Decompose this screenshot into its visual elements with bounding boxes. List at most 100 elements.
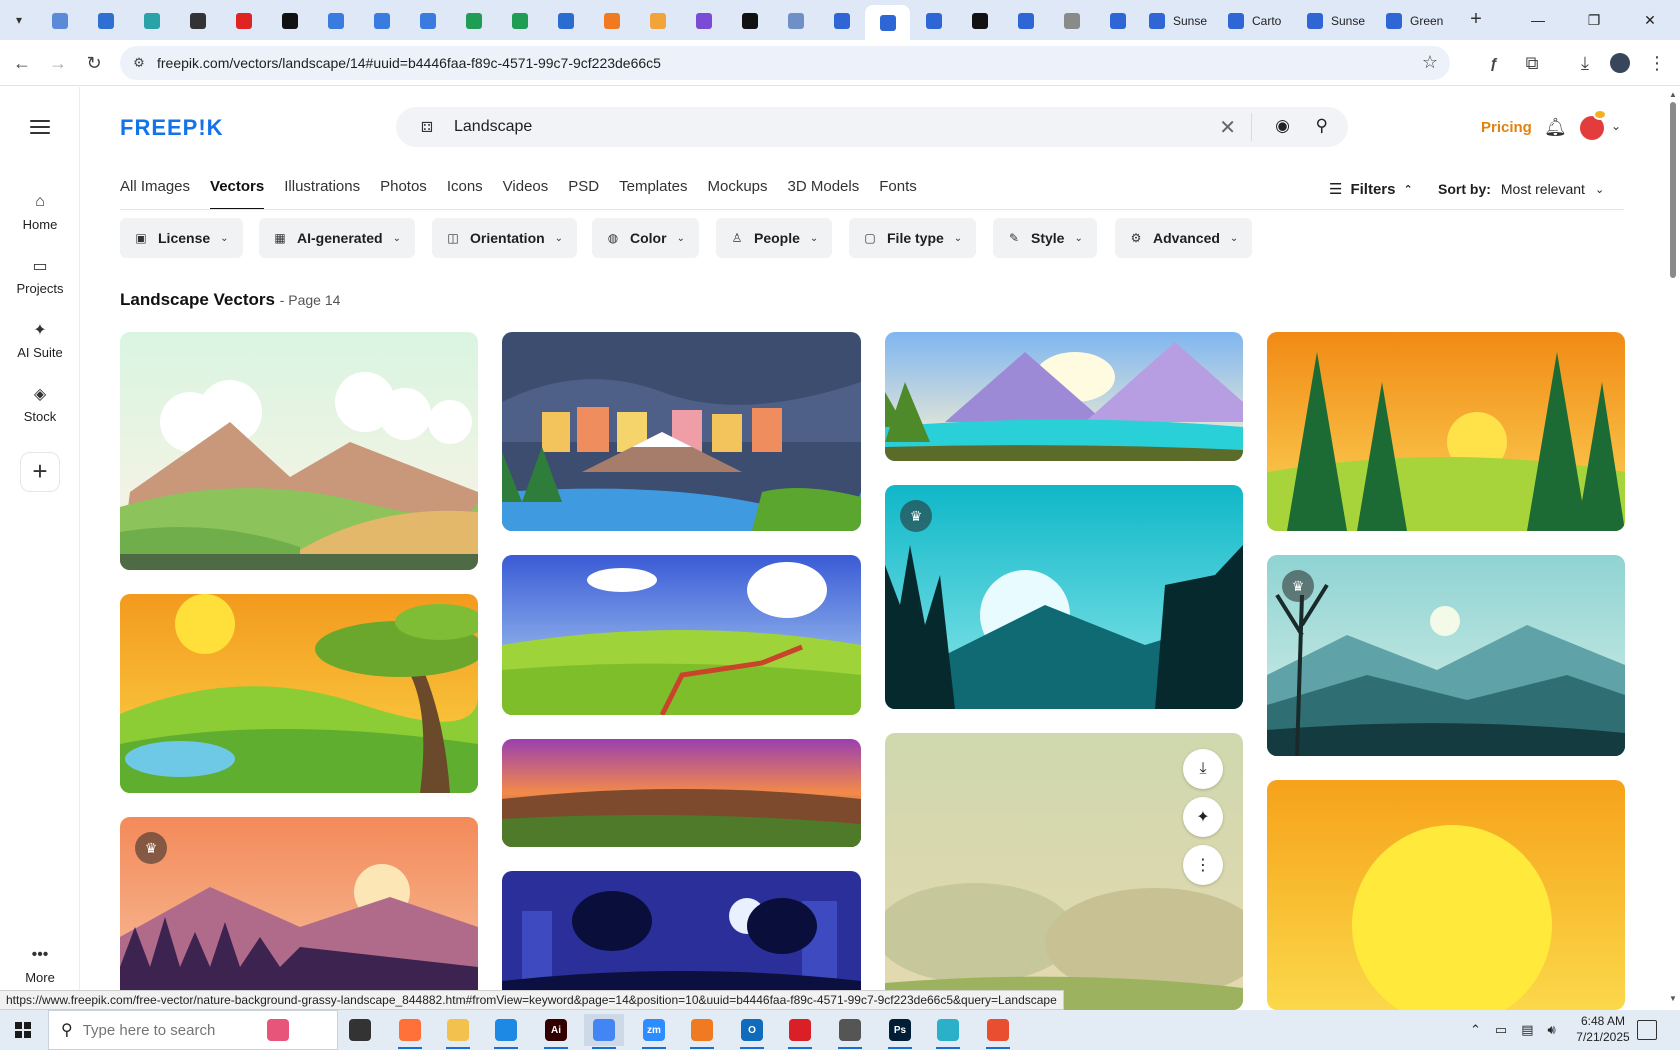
tab-search-chevron-icon[interactable]: ▾	[7, 8, 31, 32]
taskbar-app-illustrator[interactable]: Ai	[536, 1014, 576, 1049]
browser-tab[interactable]: Sunse	[1141, 6, 1217, 36]
browser-tab[interactable]	[451, 6, 496, 36]
download-button[interactable]: ⤓	[1183, 749, 1223, 789]
clear-search-icon[interactable]: ✕	[1219, 115, 1236, 140]
filter-file-type[interactable]: ▢ File type ⌄	[849, 218, 977, 258]
pricing-link[interactable]: Pricing	[1481, 119, 1532, 136]
browser-tab[interactable]	[589, 6, 634, 36]
taskbar-app-vscode[interactable]	[486, 1014, 526, 1049]
browser-tab[interactable]	[175, 6, 220, 36]
taskbar-app-zoom[interactable]: zm	[634, 1014, 674, 1049]
scroll-down-arrow-icon[interactable]: ▼	[1669, 994, 1677, 1003]
filter-ai-generated[interactable]: ▦ AI-generated ⌄	[259, 218, 415, 258]
reload-icon[interactable]: ↻	[82, 51, 106, 75]
network-icon[interactable]: ▤	[1521, 1022, 1533, 1038]
browser-tab[interactable]	[681, 6, 726, 36]
browser-tab[interactable]	[865, 5, 910, 40]
taskbar-app-cube[interactable]	[928, 1014, 968, 1049]
back-icon[interactable]: ←	[10, 51, 34, 75]
browser-menu-icon[interactable]: ⋮	[1645, 51, 1669, 75]
browser-tab[interactable]	[129, 6, 174, 36]
image-card-pink-sunset-forest[interactable]: ♛	[120, 817, 478, 1010]
sidebar-item-stock[interactable]: ◈ Stock	[0, 383, 80, 424]
site-info-icon[interactable]: ⚙	[130, 54, 148, 72]
notifications-bell-icon[interactable]: 🔔︎	[1544, 117, 1567, 138]
browser-tab[interactable]	[1095, 6, 1140, 36]
taskbar-app-chrome[interactable]	[584, 1014, 624, 1049]
tab-illustrations[interactable]: Illustrations	[284, 178, 360, 210]
taskbar-app-creative-cloud[interactable]	[780, 1014, 820, 1049]
browser-tab[interactable]	[313, 6, 358, 36]
image-card-savanna-tree[interactable]	[120, 594, 478, 793]
sidebar-item-ai-suite[interactable]: ✦ AI Suite	[0, 319, 80, 360]
taskbar-app-pen[interactable]	[830, 1014, 870, 1049]
tab-fonts[interactable]: Fonts	[879, 178, 917, 210]
image-card-orange-sunset-pines[interactable]	[1267, 332, 1625, 531]
profile-avatar-icon[interactable]	[1608, 51, 1632, 75]
tab-videos[interactable]: Videos	[503, 178, 549, 210]
image-card-purple-sunset-fields[interactable]	[502, 739, 861, 847]
ai-edit-button[interactable]: ✦	[1183, 797, 1223, 837]
sidebar-item-more[interactable]: ••• More	[0, 944, 80, 985]
image-card-meadow-clouds[interactable]	[120, 332, 478, 570]
forward-icon[interactable]: →	[46, 51, 70, 75]
asset-type-icon[interactable]: ⚃	[418, 118, 436, 136]
browser-tab[interactable]	[911, 6, 956, 36]
chevron-up-icon[interactable]: ⌃	[1470, 1022, 1481, 1038]
browser-tab[interactable]	[1003, 6, 1048, 36]
add-icon[interactable]: +	[20, 452, 60, 492]
image-card-bright-sun[interactable]	[1267, 780, 1625, 1010]
taskbar-app-git[interactable]	[978, 1014, 1018, 1049]
tab-photos[interactable]: Photos	[380, 178, 427, 210]
notification-center-icon[interactable]	[1637, 1020, 1657, 1040]
tab-mockups[interactable]: Mockups	[707, 178, 767, 210]
tab-templates[interactable]: Templates	[619, 178, 687, 210]
browser-tab[interactable]	[727, 6, 772, 36]
scroll-up-arrow-icon[interactable]: ▲	[1669, 90, 1677, 99]
taskbar-app-xampp[interactable]	[682, 1014, 722, 1049]
restore-icon[interactable]: ❐	[1566, 0, 1622, 40]
filter-color[interactable]: ◍ Color ⌄	[592, 218, 699, 258]
filter-advanced[interactable]: ⚙ Advanced ⌄	[1115, 218, 1253, 258]
filter-license[interactable]: ▣ License ⌄	[120, 218, 243, 258]
image-card-mountain-lake[interactable]	[885, 332, 1243, 461]
browser-tab[interactable]	[359, 6, 404, 36]
filter-style[interactable]: ✎ Style ⌄	[993, 218, 1097, 258]
tab-all-images[interactable]: All Images	[120, 178, 190, 210]
image-card-night-town-river[interactable]	[502, 332, 861, 531]
browser-tab[interactable]: Green	[1378, 6, 1454, 36]
browser-tab[interactable]	[267, 6, 312, 36]
scrollbar-thumb[interactable]	[1670, 102, 1676, 278]
search-input[interactable]	[454, 115, 1154, 139]
minimize-icon[interactable]: —	[1510, 0, 1566, 40]
new-tab-button[interactable]: +	[1464, 8, 1488, 32]
video-icon[interactable]: ▭	[1495, 1022, 1507, 1038]
search-icon[interactable]: ⚲	[1316, 116, 1328, 136]
browser-tab[interactable]	[83, 6, 128, 36]
start-button[interactable]	[0, 1010, 46, 1050]
image-card-green-fields-road[interactable]	[502, 555, 861, 715]
tab-3d-models[interactable]: 3D Models	[788, 178, 860, 210]
filter-people[interactable]: ♙ People ⌄	[716, 218, 833, 258]
volume-icon[interactable]: 🔊︎	[1548, 1022, 1556, 1038]
taskbar-app-outlook[interactable]: O	[732, 1014, 772, 1049]
freepik-logo[interactable]: FREEP!K	[120, 115, 224, 141]
image-card-hazy-meadow[interactable]: ⤓ ✦ ⋮	[885, 733, 1243, 1010]
taskbar-app-firefox[interactable]	[390, 1014, 430, 1049]
browser-tab[interactable]	[819, 6, 864, 36]
more-options-button[interactable]: ⋮	[1183, 845, 1223, 885]
browser-tab[interactable]	[497, 6, 542, 36]
browser-tab[interactable]	[405, 6, 450, 36]
address-bar[interactable]: ⚙ freepik.com/vectors/landscape/14#uuid=…	[120, 46, 1450, 80]
filters-toggle[interactable]: ☰ Filters ⌃	[1329, 180, 1413, 199]
browser-tab[interactable]	[37, 6, 82, 36]
taskbar-app-task-view[interactable]	[340, 1014, 380, 1046]
extensions-puzzle-icon[interactable]: ⧉	[1520, 51, 1544, 75]
close-window-icon[interactable]: ✕	[1622, 0, 1678, 40]
user-avatar[interactable]	[1580, 109, 1607, 140]
browser-tab[interactable]: Carto	[1220, 6, 1296, 36]
filter-orientation[interactable]: ◫ Orientation ⌄	[432, 218, 578, 258]
download-icon[interactable]: ⤓	[1573, 51, 1597, 75]
tab-psd[interactable]: PSD	[568, 178, 599, 210]
taskbar-clock[interactable]: 6:48 AM 7/21/2025	[1560, 1013, 1646, 1045]
